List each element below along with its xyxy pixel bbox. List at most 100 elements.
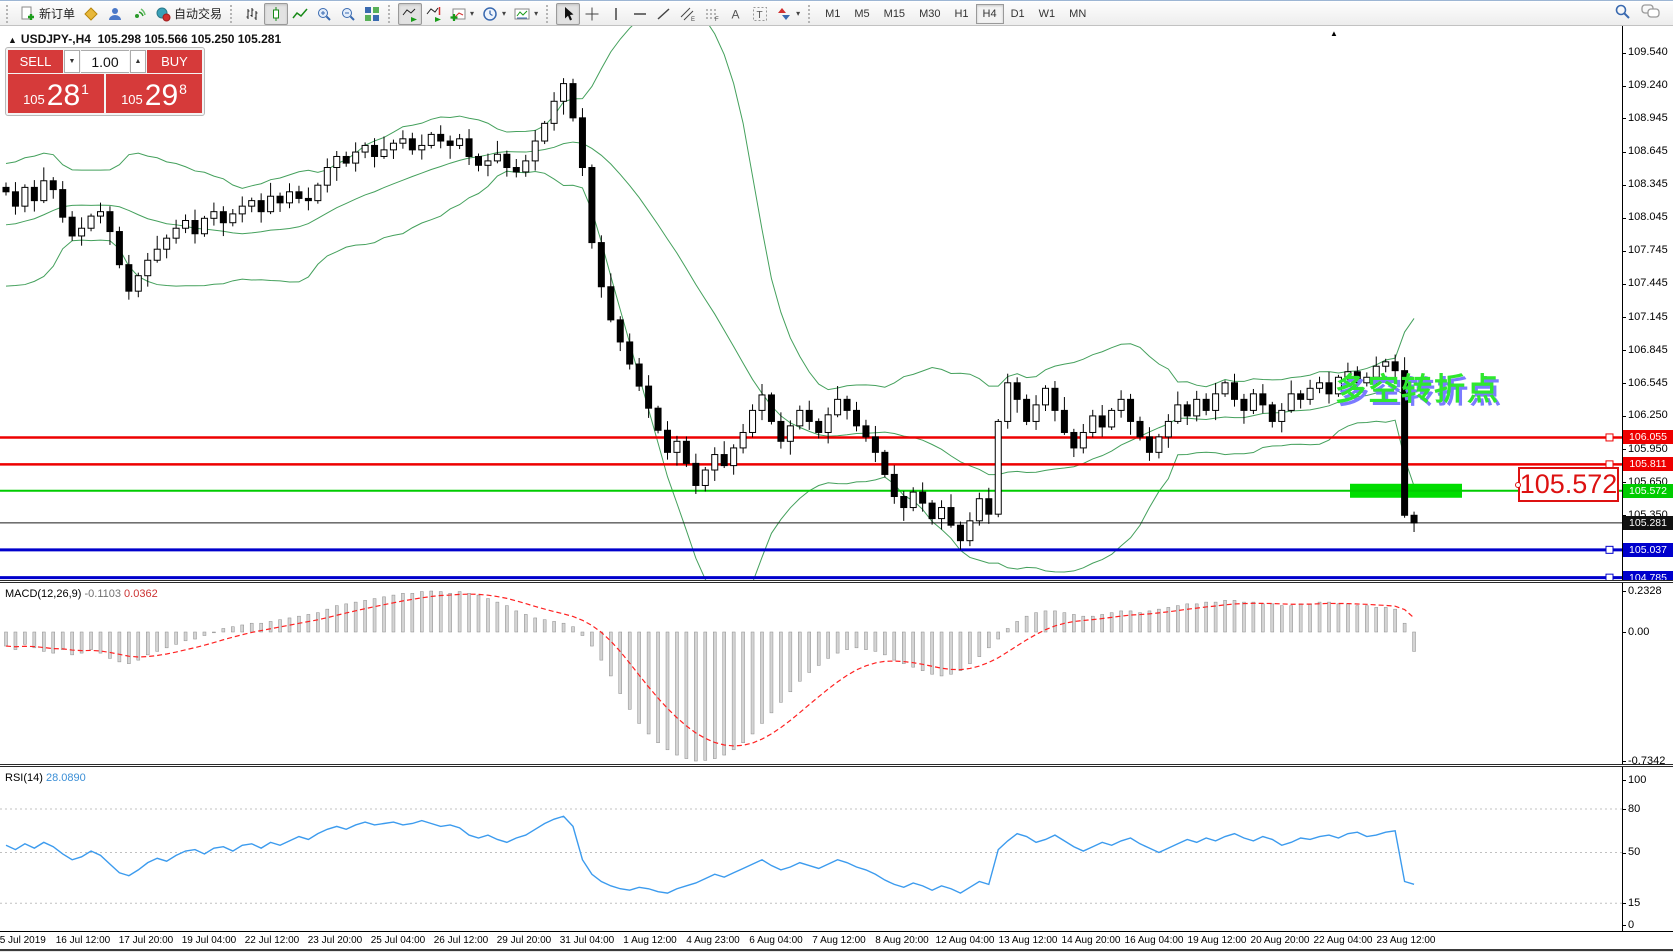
panel-divider[interactable]	[0, 580, 1673, 584]
indicators-button[interactable]: ▾	[446, 3, 478, 25]
axis-tick	[1622, 350, 1626, 351]
arrows-icon	[776, 6, 792, 22]
collapse-arrow-icon[interactable]: ▲	[8, 35, 17, 45]
arrows-tool-button[interactable]: ▾	[772, 3, 804, 25]
zoom-out-button[interactable]	[336, 3, 360, 25]
chart-title: ▲USDJPY-,H4 105.298 105.566 105.250 105.…	[8, 32, 281, 46]
axis-tick	[1622, 809, 1626, 810]
rsi-name: RSI(14)	[5, 772, 43, 784]
annotation-text[interactable]: 多空转折点	[1335, 364, 1500, 409]
time-tick-label: 1 Aug 12:00	[623, 935, 676, 946]
timeframe-button-D1[interactable]: D1	[1004, 4, 1032, 24]
time-tick-label: 20 Aug 20:00	[1251, 935, 1310, 946]
axis-tick	[1622, 251, 1626, 252]
cursor-icon	[560, 6, 576, 22]
cursor-tool-button[interactable]	[556, 3, 580, 25]
sell-button[interactable]: SELL	[8, 50, 63, 73]
autotrading-icon	[155, 6, 171, 22]
rsi-value: 28.0890	[46, 772, 86, 784]
quotes-button[interactable]	[79, 3, 103, 25]
svg-text:T: T	[757, 10, 763, 21]
timeframe-button-W1[interactable]: W1	[1032, 4, 1063, 24]
bar-chart-button[interactable]	[240, 3, 264, 25]
periods-button[interactable]: ▾	[478, 3, 510, 25]
fibonacci-tool-button[interactable]: F	[700, 3, 724, 25]
volume-increase-button[interactable]: ▲	[130, 50, 146, 73]
crosshair-tool-button[interactable]	[580, 3, 604, 25]
timeframe-button-M1[interactable]: M1	[818, 4, 847, 24]
timeframe-button-M30[interactable]: M30	[912, 4, 947, 24]
buy-button[interactable]: BUY	[147, 50, 202, 73]
trendline-tool-button[interactable]	[652, 3, 676, 25]
price-tick-label: 107.745	[1628, 244, 1668, 256]
price-badge: 106.055	[1623, 430, 1673, 444]
chart-shift-button[interactable]	[422, 3, 446, 25]
signals-button[interactable]	[127, 3, 151, 25]
axis-tick	[1622, 118, 1626, 119]
chat-icon[interactable]	[1641, 3, 1661, 24]
volume-input[interactable]: 1.00	[81, 50, 129, 73]
crosshair-icon	[584, 6, 600, 22]
autotrading-button[interactable]: 自动交易	[151, 3, 226, 25]
vertical-line-tool-button[interactable]	[604, 3, 628, 25]
time-tick-label: 22 Jul 12:00	[245, 935, 300, 946]
chart-shift-marker-icon[interactable]: ▲	[1330, 29, 1338, 38]
axis-tick	[1622, 853, 1626, 854]
channel-tool-button[interactable]: E	[676, 3, 700, 25]
sell-price-button[interactable]: 105281	[8, 74, 104, 113]
axis-tick	[1622, 86, 1626, 87]
time-axis[interactable]: 15 Jul 201916 Jul 12:0017 Jul 20:0019 Ju…	[0, 932, 1673, 949]
text-tool-button[interactable]: A	[724, 3, 748, 25]
panel-divider[interactable]	[0, 764, 1673, 768]
text-label-icon: T	[752, 6, 768, 22]
timeframe-button-H4[interactable]: H4	[976, 4, 1004, 24]
timeframe-button-M5[interactable]: M5	[847, 4, 876, 24]
templates-button[interactable]: ▾	[510, 3, 542, 25]
timeframe-button-H1[interactable]: H1	[947, 4, 975, 24]
axis-tick	[1622, 317, 1626, 318]
search-icon[interactable]	[1614, 3, 1631, 25]
candlestick-chart-button[interactable]	[264, 3, 288, 25]
price-chart-canvas[interactable]	[0, 26, 1622, 580]
horizontal-line-tool-button[interactable]	[628, 3, 652, 25]
time-tick-label: 23 Aug 12:00	[1377, 935, 1436, 946]
line-chart-button[interactable]	[288, 3, 312, 25]
time-tick-label: 12 Aug 04:00	[936, 935, 995, 946]
price-panel[interactable]: ▲USDJPY-,H4 105.298 105.566 105.250 105.…	[0, 26, 1673, 580]
community-button[interactable]	[103, 3, 127, 25]
macd-tick-label: 0.2328	[1628, 585, 1662, 597]
indicators-icon	[450, 6, 466, 22]
price-tick-label: 107.145	[1628, 311, 1668, 323]
macd-panel[interactable]: MACD(12,26,9) -0.1103 0.0362 0.23280.00-…	[0, 583, 1673, 764]
vertical-line-icon	[608, 6, 624, 22]
text-label-tool-button[interactable]: T	[748, 3, 772, 25]
buy-price-button[interactable]: 105298	[106, 74, 202, 113]
axis-tick	[1622, 53, 1626, 54]
text-icon: A	[728, 6, 744, 22]
zoom-in-button[interactable]	[312, 3, 336, 25]
mt4-window: 新订单 自动交易	[0, 0, 1673, 952]
volume-decrease-button[interactable]: ▼	[64, 50, 80, 73]
bar-chart-icon	[244, 6, 260, 22]
rsi-panel[interactable]: RSI(14) 28.0890 1008050150	[0, 767, 1673, 931]
sell-price-sup: 1	[81, 81, 89, 97]
rsi-tick-label: 100	[1628, 774, 1646, 786]
sell-price-prefix: 105	[23, 92, 45, 107]
equidistant-channel-icon: E	[680, 6, 696, 22]
timeframe-button-MN[interactable]: MN	[1062, 4, 1093, 24]
svg-text:A: A	[732, 7, 740, 21]
tile-windows-button[interactable]	[360, 3, 384, 25]
auto-scroll-button[interactable]	[398, 3, 422, 25]
new-order-button[interactable]: 新订单	[16, 3, 79, 25]
time-tick-label: 16 Aug 04:00	[1125, 935, 1184, 946]
macd-main-value: -0.1103	[84, 588, 121, 600]
axis-tick	[1622, 449, 1626, 450]
rsi-tick-label: 0	[1628, 919, 1634, 931]
dropdown-caret: ▾	[502, 9, 506, 18]
toolbar-grip	[230, 5, 237, 23]
autotrading-label: 自动交易	[174, 5, 222, 22]
price-label-object[interactable]: 105.572	[1518, 467, 1619, 502]
main-toolbar: 新订单 自动交易	[0, 2, 1673, 26]
dropdown-caret: ▾	[534, 9, 538, 18]
timeframe-button-M15[interactable]: M15	[877, 4, 912, 24]
